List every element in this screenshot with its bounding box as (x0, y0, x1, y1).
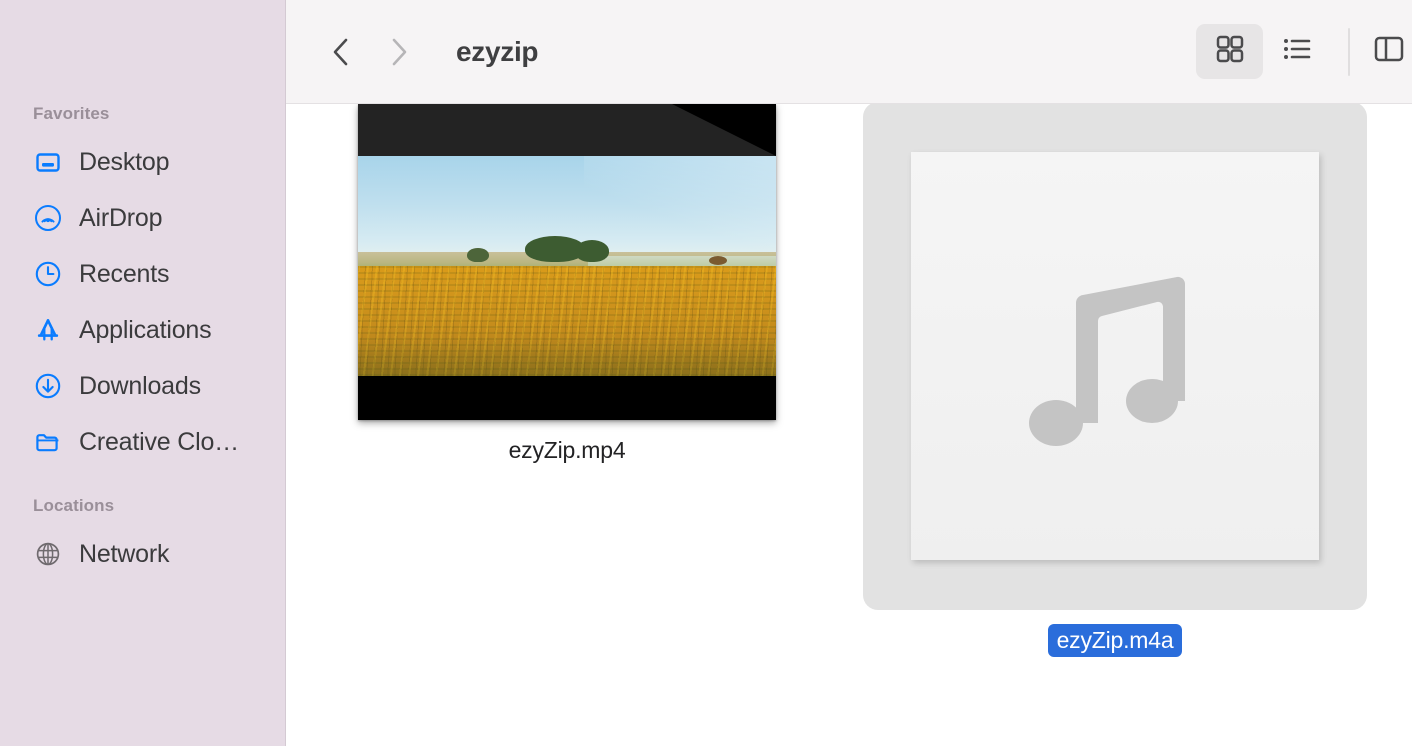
clock-icon (33, 259, 63, 289)
view-button-column[interactable] (1372, 24, 1412, 79)
finder-window: Favorites Desktop AirDrop Recents Applic… (0, 0, 1412, 746)
sunflower-field-shade (358, 336, 776, 376)
view-button-icon[interactable] (1196, 24, 1263, 79)
navigation-buttons (326, 32, 414, 72)
download-icon (33, 371, 63, 401)
sidebar-item-label: Applications (79, 315, 212, 344)
sidebar-item-applications[interactable]: Applications (0, 302, 285, 358)
sidebar: Favorites Desktop AirDrop Recents Applic… (0, 0, 286, 746)
main-area: ezyzip ezyZip.mp4 ezyZip.m4a (286, 0, 1412, 746)
letterbox-top (358, 104, 776, 156)
desktop-icon (33, 147, 63, 177)
sidebar-section-title-favorites: Favorites (33, 104, 110, 123)
sidebar-group-locations: Locations Network (0, 496, 285, 582)
toolbar-right-controls (1196, 0, 1412, 103)
grid-view-icon (1212, 31, 1248, 72)
view-button-list[interactable] (1263, 24, 1330, 79)
back-button[interactable] (326, 32, 356, 72)
sidebar-item-desktop[interactable]: Desktop (0, 134, 285, 190)
sidebar-item-label: Recents (79, 259, 170, 288)
video-frame-image (358, 156, 776, 376)
sidebar-item-downloads[interactable]: Downloads (0, 358, 285, 414)
sidebar-item-label: Network (79, 539, 170, 568)
file-tile-video[interactable]: ezyZip.mp4 (357, 104, 777, 467)
sidebar-item-creative-cloud[interactable]: Creative Clo… (0, 414, 285, 470)
video-thumbnail (358, 104, 776, 420)
file-name-label[interactable]: ezyZip.mp4 (500, 434, 635, 467)
tree (709, 256, 728, 265)
sidebar-group-favorites: Favorites Desktop AirDrop Recents Applic… (0, 104, 285, 470)
file-grid[interactable]: ezyZip.mp4 ezyZip.m4a (286, 104, 1412, 746)
sidebar-item-label: Desktop (79, 147, 170, 176)
sidebar-item-label: Downloads (79, 371, 201, 400)
file-tile-audio[interactable]: ezyZip.m4a (835, 104, 1395, 657)
forward-button[interactable] (384, 32, 414, 72)
sidebar-item-label: Creative Clo… (79, 427, 239, 456)
airdrop-icon (33, 203, 63, 233)
tree (575, 240, 610, 262)
applications-icon (33, 315, 63, 345)
view-switcher (1196, 24, 1330, 79)
sidebar-item-airdrop[interactable]: AirDrop (0, 190, 285, 246)
selection-highlight (863, 104, 1367, 610)
sidebar-item-label: AirDrop (79, 203, 163, 232)
sky-glint (583, 156, 776, 263)
letterbox-bottom (358, 376, 776, 420)
tree (466, 248, 489, 262)
toolbar: ezyzip (286, 0, 1412, 104)
file-thumbnail-wrap (358, 104, 776, 420)
list-view-icon (1279, 31, 1315, 72)
sidebar-item-recents[interactable]: Recents (0, 246, 285, 302)
music-note-icon (1020, 251, 1210, 461)
folder-icon (33, 427, 63, 457)
sidebar-section-title-locations: Locations (33, 496, 115, 515)
audio-document-icon (911, 152, 1319, 560)
column-view-icon (1372, 31, 1408, 72)
sidebar-item-network[interactable]: Network (0, 526, 285, 582)
page-title: ezyzip (456, 35, 539, 67)
globe-icon (33, 539, 63, 569)
toolbar-divider (1348, 27, 1350, 76)
file-name-label[interactable]: ezyZip.m4a (1047, 624, 1183, 657)
